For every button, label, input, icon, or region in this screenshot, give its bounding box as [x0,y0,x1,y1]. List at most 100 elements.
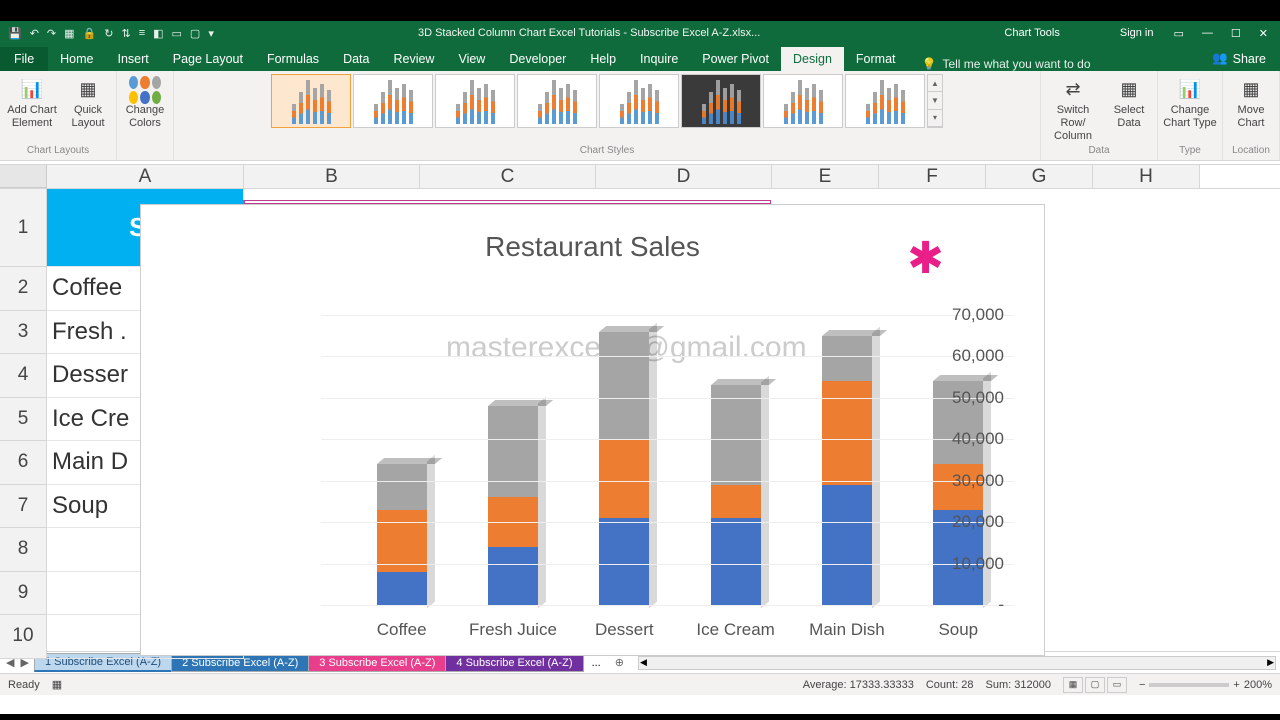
colors-icon [129,76,161,104]
tab-inquire[interactable]: Inquire [628,47,690,71]
view-buttons[interactable]: ▦▢▭ [1063,677,1127,693]
style-thumb-4[interactable] [517,74,597,128]
ytick: 20,000 [952,512,1004,532]
macro-icon[interactable]: ▦ [52,678,62,691]
qat-icon3[interactable]: ▭ [172,27,182,40]
maximize-icon[interactable]: ☐ [1231,27,1241,40]
letterbox-top [0,0,1280,21]
zoom-control[interactable]: −+200% [1139,679,1272,691]
row-6[interactable]: 6 [0,441,47,485]
move-icon: ▦ [1237,76,1265,104]
refresh-icon[interactable]: ↻ [104,27,113,40]
tab-view[interactable]: View [446,47,497,71]
style-thumb-1[interactable] [271,74,351,128]
col-E[interactable]: E [772,165,879,188]
select-all[interactable] [0,165,47,188]
col-F[interactable]: F [879,165,986,188]
close-icon[interactable]: ✕ [1259,27,1268,40]
quick-layout-button[interactable]: ▦Quick Layout [64,74,112,130]
ytick: 30,000 [952,471,1004,491]
tab-file[interactable]: File [0,47,48,71]
quick-access-toolbar[interactable]: 💾 ↶ ↷ ▦ 🔒 ↻ ⇅ ≡ ◧ ▭ ▢ ▾ [4,27,214,40]
tab-power-pivot[interactable]: Power Pivot [690,47,781,71]
change-chart-type-button[interactable]: 📊Change Chart Type [1162,74,1218,130]
ribbon-options-icon[interactable]: ▭ [1174,27,1184,40]
undo-icon[interactable]: ↶ [30,27,39,40]
status-ready: Ready [8,679,40,691]
row-7[interactable]: 7 [0,485,47,529]
xlabel: Fresh Juice [453,620,573,640]
style-thumb-7[interactable] [763,74,843,128]
xlabel: Coffee [342,620,462,640]
tab-home[interactable]: Home [48,47,105,71]
switch-row-column-button[interactable]: ⇄Switch Row/ Column [1045,74,1101,144]
lock-icon[interactable]: 🔒 [83,27,97,40]
add-sheet-icon[interactable]: ⊕ [609,656,630,669]
style-thumb-2[interactable] [353,74,433,128]
qat-icon2[interactable]: ◧ [153,27,163,40]
tab-review[interactable]: Review [381,47,446,71]
sheet-tab-4[interactable]: 4 Subscribe Excel (A-Z) [445,654,583,672]
row-10[interactable]: 10 [0,615,47,659]
chart-styles-gallery[interactable]: ▲▼▾ [271,74,943,128]
group-chart-styles: Chart Styles [580,145,634,158]
sort-icon[interactable]: ⇅ [121,27,130,40]
bar-main-dish[interactable] [822,336,872,605]
col-C[interactable]: C [420,165,596,188]
chart-type-icon: 📊 [1176,76,1204,104]
more-tabs[interactable]: ... [584,657,609,669]
select-data-button[interactable]: ▦Select Data [1105,74,1153,130]
sheet-tab-3[interactable]: 3 Subscribe Excel (A-Z) [308,654,446,672]
row-3[interactable]: 3 [0,311,47,355]
col-A[interactable]: A [47,165,244,188]
col-H[interactable]: H [1093,165,1200,188]
tell-me[interactable]: 💡Tell me what you want to do [908,57,1199,71]
horizontal-scrollbar[interactable]: ◀▶ [638,656,1276,670]
bar-ice-cream[interactable] [711,385,761,605]
filter-icon[interactable]: ≡ [139,27,145,39]
col-B[interactable]: B [244,165,420,188]
share-button[interactable]: 👥Share [1198,46,1280,71]
save-icon[interactable]: 💾 [8,27,22,40]
sign-in[interactable]: Sign in [1100,27,1174,39]
tab-page-layout[interactable]: Page Layout [161,47,255,71]
ytick: 10,000 [952,554,1004,574]
bulb-icon: 💡 [922,57,937,71]
style-thumb-8[interactable] [845,74,925,128]
move-chart-button[interactable]: ▦Move Chart [1227,74,1275,130]
redo-icon[interactable]: ↷ [47,27,56,40]
tab-help[interactable]: Help [578,47,628,71]
tab-design[interactable]: Design [781,47,844,71]
row-4[interactable]: 4 [0,354,47,398]
tab-insert[interactable]: Insert [106,47,161,71]
qat-icon[interactable]: ▦ [64,27,74,40]
tab-format[interactable]: Format [844,47,908,71]
style-thumb-5[interactable] [599,74,679,128]
minimize-icon[interactable]: — [1202,27,1213,40]
bar-coffee[interactable] [377,464,427,605]
bar-fresh-juice[interactable] [488,406,538,605]
style-thumb-6[interactable] [681,74,761,128]
group-chart-layouts: Chart Layouts [27,145,89,158]
row-1[interactable]: 1 [0,189,47,267]
qat-icon4[interactable]: ▢ [190,27,200,40]
row-2[interactable]: 2 [0,267,47,311]
col-G[interactable]: G [986,165,1093,188]
change-colors-button[interactable]: Change Colors [121,74,169,130]
col-D[interactable]: D [596,165,772,188]
style-thumb-3[interactable] [435,74,515,128]
tab-developer[interactable]: Developer [497,47,578,71]
gallery-scroll[interactable]: ▲▼▾ [927,74,943,128]
tab-data[interactable]: Data [331,47,381,71]
row-5[interactable]: 5 [0,398,47,442]
tab-formulas[interactable]: Formulas [255,47,331,71]
chart-object[interactable]: Restaurant Sales ✱ masterexcelaz@gmail.c… [140,204,1045,656]
xlabel: Ice Cream [676,620,796,640]
share-icon: 👥 [1212,51,1228,66]
ytick: - [998,595,1004,615]
row-8[interactable]: 8 [0,528,47,572]
add-chart-element-button[interactable]: 📊Add Chart Element [4,74,60,130]
ribbon: 📊Add Chart Element ▦Quick Layout Chart L… [0,71,1280,161]
plot-area[interactable]: CoffeeFresh JuiceDessertIce CreamMain Di… [321,315,1014,605]
row-9[interactable]: 9 [0,572,47,616]
